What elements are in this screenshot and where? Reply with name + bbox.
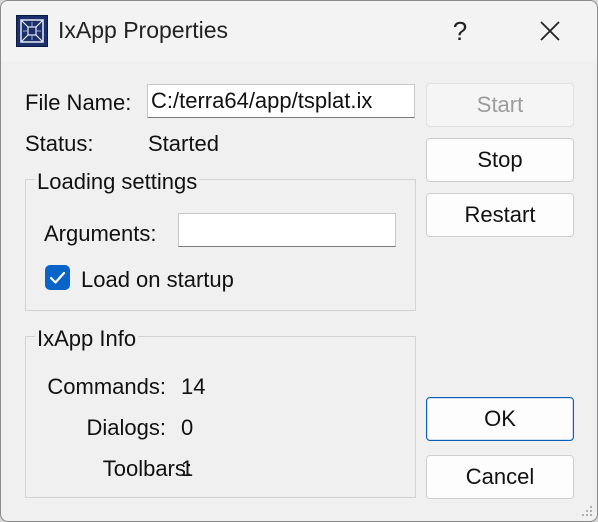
close-button[interactable] [527,11,573,51]
cancel-button[interactable]: Cancel [426,455,574,499]
stop-button[interactable]: Stop [426,138,574,182]
commands-value: 14 [181,374,206,399]
start-button[interactable]: Start [426,83,574,127]
status-label: Status: [25,131,94,156]
ixapp-info-title: IxApp Info [35,326,139,352]
file-name-field[interactable]: C:/terra64/app/tsplat.ix [147,84,415,118]
dialog-window: IxApp Properties ? File Name: C:/terra64… [0,0,598,522]
dialogs-label: Dialogs: [86,415,166,440]
ixapp-info-group [25,336,416,498]
close-icon [540,21,560,41]
commands-label: Commands: [47,374,166,399]
loading-settings-title: Loading settings [35,169,200,195]
window-title: IxApp Properties [58,17,229,43]
ok-button[interactable]: OK [426,397,574,441]
toolbars-label: Toolbars: [102,456,192,481]
load-on-startup-label[interactable]: Load on startup [81,267,234,293]
file-name-label: File Name: [25,90,132,115]
help-button[interactable]: ? [439,11,481,51]
app-icon [16,15,48,47]
status-value: Started [148,131,219,156]
restart-button[interactable]: Restart [426,193,574,237]
toolbars-value: 1 [181,456,194,481]
arguments-field[interactable] [178,213,396,247]
resize-grip-icon[interactable] [579,503,593,517]
dialogs-value: 0 [181,415,194,440]
load-on-startup-checkbox[interactable] [45,265,70,290]
checkmark-icon [49,271,66,284]
arguments-label: Arguments: [44,221,157,246]
title-bar[interactable]: IxApp Properties ? [1,1,597,61]
